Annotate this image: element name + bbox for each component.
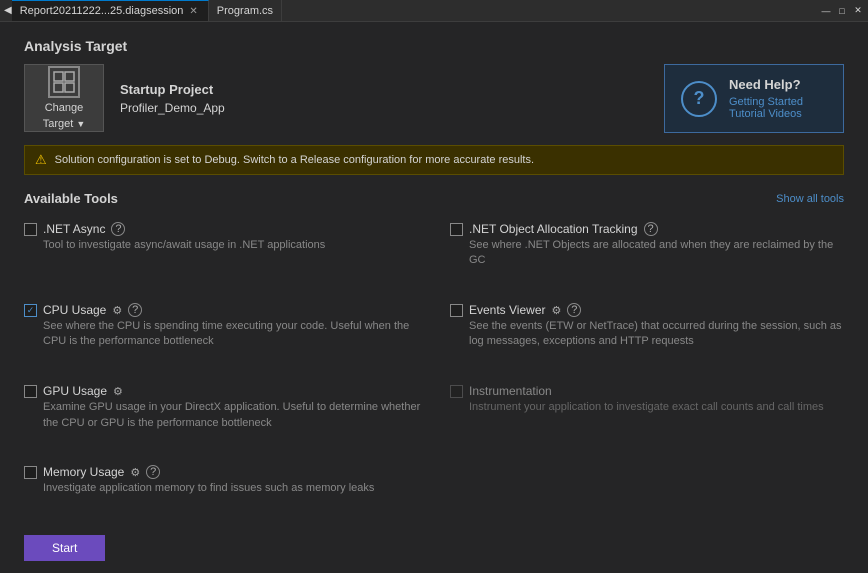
main-content: Analysis Target Change Target ▼ Startup … — [0, 22, 868, 573]
tool-name-memory-usage: Memory Usage — [43, 465, 124, 479]
tool-checkbox-dotnet-async[interactable] — [24, 223, 37, 236]
tool-desc-cpu-usage: See where the CPU is spending time execu… — [24, 319, 426, 350]
tab-list: ◀ Report20211222...25.diagsession ✕ Prog… — [4, 0, 282, 21]
tab-diagsession[interactable]: Report20211222...25.diagsession ✕ — [12, 0, 209, 21]
tool-header-events-viewer: Events Viewer ⚙ ? — [450, 303, 844, 317]
tool-item-dotnet-async: .NET Async ? Tool to investigate async/a… — [24, 214, 434, 295]
tool-desc-gpu-usage: Examine GPU usage in your DirectX applic… — [24, 400, 426, 431]
title-bar: ◀ Report20211222...25.diagsession ✕ Prog… — [0, 0, 868, 22]
startup-project-value: Profiler_Demo_App — [120, 101, 225, 115]
gear-icon-cpu-usage[interactable]: ⚙ — [112, 304, 122, 317]
tool-name-cpu-usage: CPU Usage — [43, 303, 106, 317]
warning-bar: ⚠ Solution configuration is set to Debug… — [24, 145, 844, 175]
change-target-label: Change — [45, 102, 84, 114]
help-icon-dotnet-object-allocation[interactable]: ? — [644, 222, 658, 236]
need-help-box: ? Need Help? Getting Started Tutorial Vi… — [664, 64, 844, 133]
tool-name-instrumentation: Instrumentation — [469, 384, 552, 398]
tool-desc-dotnet-object-allocation: See where .NET Objects are allocated and… — [450, 238, 844, 269]
tool-header-dotnet-async: .NET Async ? — [24, 222, 426, 236]
warning-text: Solution configuration is set to Debug. … — [55, 154, 534, 166]
help-icon-cpu-usage[interactable]: ? — [128, 303, 142, 317]
tool-desc-memory-usage: Investigate application memory to find i… — [24, 481, 426, 496]
tool-item-empty — [434, 457, 844, 523]
startup-info: Startup Project Profiler_Demo_App — [120, 82, 225, 115]
tool-item-dotnet-object-allocation: .NET Object Allocation Tracking ? See wh… — [434, 214, 844, 295]
tool-item-gpu-usage: GPU Usage ⚙ Examine GPU usage in your Di… — [24, 376, 434, 457]
tool-desc-instrumentation: Instrument your application to investiga… — [450, 400, 844, 415]
tool-header-memory-usage: Memory Usage ⚙ ? — [24, 465, 426, 479]
tool-checkbox-events-viewer[interactable] — [450, 304, 463, 317]
need-help-getting-started[interactable]: Getting Started — [729, 96, 803, 108]
bottom-bar: Start — [0, 523, 868, 573]
gear-icon-memory-usage[interactable]: ⚙ — [130, 466, 140, 479]
tab-diagsession-label: Report20211222...25.diagsession — [20, 5, 184, 17]
change-target-icon — [48, 66, 80, 98]
tab-program-cs[interactable]: Program.cs — [209, 0, 282, 21]
tool-item-memory-usage: Memory Usage ⚙ ? Investigate application… — [24, 457, 434, 523]
tool-desc-dotnet-async: Tool to investigate async/await usage in… — [24, 238, 426, 253]
help-icon: ? — [681, 81, 717, 117]
tab-program-cs-label: Program.cs — [217, 5, 273, 17]
change-target-sublabel: Target ▼ — [43, 118, 86, 130]
tab-scroll-left[interactable]: ◀ — [4, 5, 12, 16]
tool-checkbox-memory-usage[interactable] — [24, 466, 37, 479]
change-target-button[interactable]: Change Target ▼ — [24, 64, 104, 132]
gear-icon-gpu-usage[interactable]: ⚙ — [113, 385, 123, 398]
tool-checkbox-instrumentation — [450, 385, 463, 398]
tool-desc-events-viewer: See the events (ETW or NetTrace) that oc… — [450, 319, 844, 350]
tool-item-instrumentation: Instrumentation Instrument your applicat… — [434, 376, 844, 457]
tool-header-gpu-usage: GPU Usage ⚙ — [24, 384, 426, 398]
tool-name-gpu-usage: GPU Usage — [43, 384, 107, 398]
need-help-tutorial-videos[interactable]: Tutorial Videos — [729, 108, 803, 120]
start-button[interactable]: Start — [24, 535, 105, 561]
tool-item-cpu-usage: CPU Usage ⚙ ? See where the CPU is spend… — [24, 295, 434, 376]
tools-title: Available Tools — [24, 191, 118, 206]
window-controls: — □ ✕ — [820, 5, 864, 17]
analysis-target-row: Change Target ▼ Startup Project Profiler… — [0, 64, 868, 133]
need-help-content: Need Help? Getting Started Tutorial Vide… — [729, 77, 803, 120]
startup-project-title: Startup Project — [120, 82, 225, 97]
gear-icon-events-viewer[interactable]: ⚙ — [551, 304, 561, 317]
startup-project-area: Change Target ▼ Startup Project Profiler… — [24, 64, 225, 132]
tool-item-events-viewer: Events Viewer ⚙ ? See the events (ETW or… — [434, 295, 844, 376]
show-all-tools-link[interactable]: Show all tools — [776, 193, 844, 205]
tool-name-events-viewer: Events Viewer — [469, 303, 545, 317]
tool-header-cpu-usage: CPU Usage ⚙ ? — [24, 303, 426, 317]
close-button[interactable]: ✕ — [852, 5, 864, 17]
minimize-button[interactable]: — — [820, 5, 832, 17]
tools-header: Available Tools Show all tools — [0, 175, 868, 214]
warning-icon: ⚠ — [35, 152, 47, 168]
tool-checkbox-gpu-usage[interactable] — [24, 385, 37, 398]
tool-name-dotnet-async: .NET Async — [43, 222, 105, 236]
tool-header-dotnet-object-allocation: .NET Object Allocation Tracking ? — [450, 222, 844, 236]
help-icon-memory-usage[interactable]: ? — [146, 465, 160, 479]
maximize-button[interactable]: □ — [836, 5, 848, 17]
tool-header-instrumentation: Instrumentation — [450, 384, 844, 398]
need-help-title: Need Help? — [729, 77, 803, 92]
tool-checkbox-cpu-usage[interactable] — [24, 304, 37, 317]
tools-grid: .NET Async ? Tool to investigate async/a… — [0, 214, 868, 523]
help-icon-dotnet-async[interactable]: ? — [111, 222, 125, 236]
tab-diagsession-close[interactable]: ✕ — [187, 5, 199, 18]
analysis-target-section-header: Analysis Target — [0, 22, 868, 64]
tool-checkbox-dotnet-object-allocation[interactable] — [450, 223, 463, 236]
tool-name-dotnet-object-allocation: .NET Object Allocation Tracking — [469, 222, 638, 236]
help-icon-events-viewer[interactable]: ? — [567, 303, 581, 317]
